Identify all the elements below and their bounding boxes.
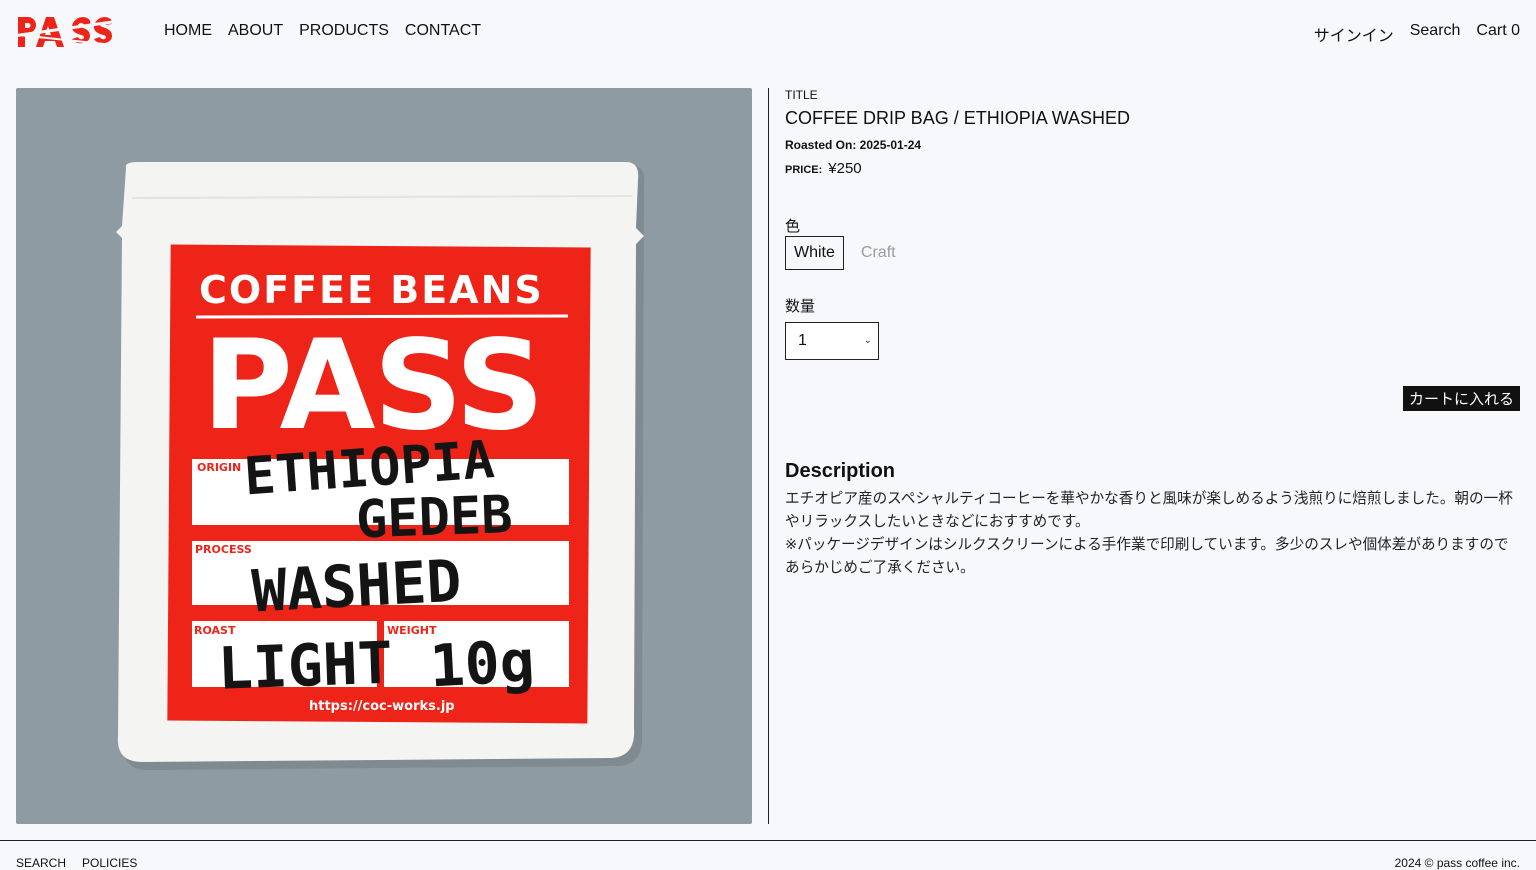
footer-divider bbox=[0, 840, 1536, 841]
header-actions: サインイン Search Cart 0 bbox=[1314, 22, 1520, 46]
origin-label: ORIGIN bbox=[197, 461, 241, 474]
nav-contact[interactable]: CONTACT bbox=[405, 22, 481, 40]
title-label: TITLE bbox=[785, 88, 818, 102]
color-option-craft[interactable]: Craft bbox=[852, 236, 905, 270]
nav-products[interactable]: PRODUCTS bbox=[299, 22, 389, 40]
bag-heading: COFFEE BEANS bbox=[199, 268, 544, 312]
quantity-select[interactable]: 1 ⌄ bbox=[785, 322, 879, 360]
color-options: White Craft bbox=[785, 236, 905, 270]
bag-url: https://coc-works.jp bbox=[309, 699, 455, 714]
description-line-2: ※パッケージデザインはシルクスクリーンによる手作業で印刷しています。多少のスレや… bbox=[785, 537, 1509, 576]
site-header: HOME ABOUT PRODUCTS CONTACT サインイン Search… bbox=[0, 0, 1536, 64]
signin-link[interactable]: サインイン bbox=[1314, 22, 1394, 46]
footer-copyright: 2024 © pass coffee inc. bbox=[1394, 856, 1520, 870]
brand-logo[interactable] bbox=[16, 13, 116, 51]
roast-value: LIGHT bbox=[217, 629, 394, 703]
weight-value: 10g bbox=[428, 627, 536, 700]
column-divider bbox=[768, 88, 769, 824]
color-option-white[interactable]: White bbox=[785, 236, 844, 270]
price-row: PRICE: ¥250 bbox=[785, 160, 862, 178]
description-line-1: エチオピア産のスペシャルティコーヒーを華やかな香りと風味が楽しめるよう浅煎りに焙… bbox=[785, 491, 1513, 530]
quantity-value: 1 bbox=[798, 332, 807, 349]
description-text: エチオピア産のスペシャルティコーヒーを華やかな香りと風味が楽しめるよう浅煎りに焙… bbox=[785, 488, 1515, 580]
add-to-cart-button[interactable]: カートに入れる bbox=[1402, 386, 1520, 411]
description-heading: Description bbox=[785, 460, 896, 482]
nav-home[interactable]: HOME bbox=[164, 22, 212, 40]
footer-policies-link[interactable]: POLICIES bbox=[82, 856, 137, 870]
color-label: 色 bbox=[785, 218, 801, 235]
price-value: ¥250 bbox=[828, 160, 862, 177]
search-link[interactable]: Search bbox=[1410, 22, 1461, 46]
nav-about[interactable]: ABOUT bbox=[228, 22, 283, 40]
chevron-down-icon: ⌄ bbox=[863, 335, 872, 346]
process-label: PROCESS bbox=[195, 543, 252, 556]
quantity-label: 数量 bbox=[785, 298, 816, 315]
price-label: PRICE: bbox=[785, 164, 823, 176]
main-nav: HOME ABOUT PRODUCTS CONTACT bbox=[164, 22, 481, 40]
footer-search-link[interactable]: SEARCH bbox=[16, 856, 66, 870]
roasted-date: Roasted On: 2025-01-24 bbox=[785, 138, 922, 152]
process-value: WASHED bbox=[250, 547, 463, 626]
product-title: COFFEE DRIP BAG / ETHIOPIA WASHED bbox=[785, 108, 1131, 128]
product-image: COFFEE BEANS PASS ORIGIN PROCESS ROAST W… bbox=[16, 88, 752, 824]
footer-links: SEARCH POLICIES bbox=[16, 856, 137, 870]
cart-link[interactable]: Cart 0 bbox=[1476, 22, 1520, 46]
origin-value-2: GEDEB bbox=[355, 485, 514, 550]
